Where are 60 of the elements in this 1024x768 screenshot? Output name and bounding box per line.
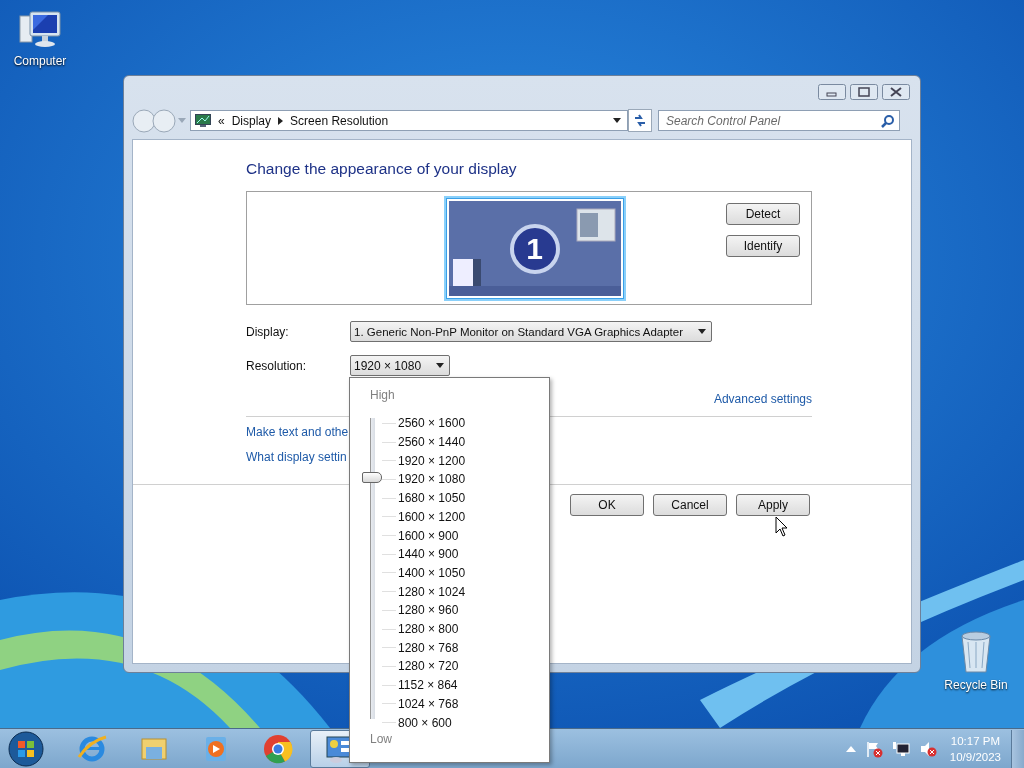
window-thumbnail [576,208,615,242]
dropdown-caret-icon[interactable] [436,363,444,368]
monitor-drawing[interactable]: 1 [445,198,624,299]
resolution-option[interactable]: 1280 × 1024 [398,584,466,599]
resolution-option[interactable]: 2560 × 1600 [398,416,466,431]
monitor-icon [195,113,211,128]
scale-label: Low [370,732,393,748]
breadcrumb-chevron[interactable]: « [218,113,225,128]
dialog-button[interactable]: Cancel [653,494,727,516]
computer-icon[interactable] [18,10,62,50]
show-desktop-button[interactable] [1011,730,1024,768]
resolution-option[interactable]: 1280 × 720 [398,659,459,674]
menu-thumbnail [452,259,481,286]
resolution-option[interactable]: 1600 × 1200 [398,509,466,524]
refresh-button[interactable] [628,109,652,132]
flag-icon[interactable] [864,740,883,758]
dialog-button[interactable]: OK [570,494,644,516]
action-button[interactable]: Detect [726,203,800,225]
search-field[interactable]: Search Control Panel [658,110,900,131]
start-button[interactable] [6,729,46,768]
scale-label: High [370,388,396,404]
resolution-option[interactable]: 1920 × 1200 [398,453,466,468]
maximize-button[interactable] [850,84,878,100]
resolution-option[interactable]: 1440 × 900 [398,547,459,562]
resolution-option[interactable]: 2560 × 1440 [398,435,466,450]
resolution-option[interactable]: 1400 × 1050 [398,565,466,580]
dropdown[interactable]: 1. Generic Non-PnP Monitor on Standard VGA Graphics Adapter [350,321,712,342]
link[interactable]: What display settin [246,450,347,464]
resolution-option[interactable]: 1920 × 1080 [398,472,466,487]
resolution-option[interactable]: 800 × 600 [398,715,452,730]
resolution-option[interactable]: 1600 × 900 [398,528,459,543]
resolution-option[interactable]: 1152 × 864 [398,678,458,693]
resolution-option[interactable]: 1280 × 960 [398,603,459,618]
page-heading: Change the appearance of your display [246,160,518,179]
icon-label[interactable]: Computer [13,54,67,68]
address-bar[interactable]: « Display Screen Resolution [190,110,628,131]
dropdown-caret-icon[interactable] [613,118,621,123]
breadcrumb-item[interactable]: Screen Resolution [290,113,389,128]
link[interactable]: Advanced settings [713,392,812,406]
close-button[interactable] [882,84,910,100]
resolution-option[interactable]: 1280 × 768 [398,640,459,655]
mouse-pointer-icon [775,516,789,537]
dropdown[interactable]: 1920 × 1080 [350,355,450,376]
action-button[interactable]: Identify [726,235,800,257]
resolution-option[interactable]: 1680 × 1050 [398,491,466,506]
search-icon[interactable] [881,114,895,128]
muted-speaker-icon[interactable] [918,740,937,758]
resolution-option[interactable]: 1024 × 768 [398,696,459,711]
slider-thumb[interactable] [362,471,382,483]
dropdown-caret-icon[interactable] [698,329,706,334]
field-label: Display: [246,324,290,339]
network-icon[interactable] [891,740,910,758]
resolution-option[interactable]: 1280 × 800 [398,622,459,637]
link[interactable]: Make text and othe [246,425,349,439]
tricolor-circle-icon [262,733,294,765]
field-label: Resolution: [246,358,308,373]
breadcrumb-item[interactable]: Display [231,113,272,128]
separator-arrow-icon[interactable] [278,116,284,125]
minimize-button[interactable] [818,84,846,100]
dialog-button[interactable]: Apply [736,494,810,516]
